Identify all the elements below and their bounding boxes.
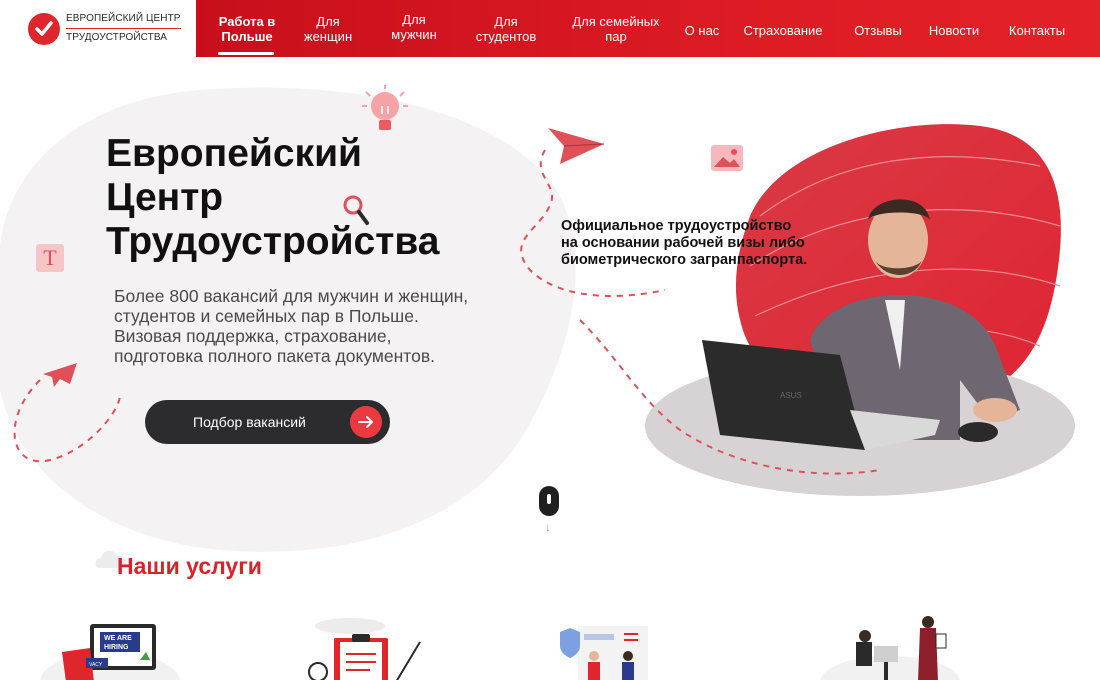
logo[interactable]: ЕВРОПЕЙСКИЙ ЦЕНТР ТРУДОУСТРОЙСТВА xyxy=(0,0,196,57)
nav-item-news[interactable]: Новости xyxy=(922,23,986,38)
hero-desc-line: Визовая поддержка, страхование, xyxy=(114,326,392,346)
service-insurance-illustration[interactable] xyxy=(548,612,698,680)
hero-title-line: Трудоустройства xyxy=(106,220,440,263)
nav-item-insurance[interactable]: Страхование xyxy=(736,23,830,38)
nav-item-students[interactable]: Для студентов xyxy=(468,14,544,44)
find-vacancies-label: Подбор вакансий xyxy=(193,414,306,430)
nav-item-about[interactable]: О нас xyxy=(680,23,724,38)
nav-item-work-in-poland[interactable]: Работа в Польше xyxy=(214,14,280,44)
services-title: Наши услуги xyxy=(117,553,262,579)
service-documents-illustration[interactable] xyxy=(300,612,450,680)
service-hiring-illustration[interactable]: WE ARE HIRING VACY xyxy=(40,612,190,680)
side-note-line: на основании рабочей визы либо xyxy=(561,235,805,251)
side-note-line: биометрического загранпаспорта. xyxy=(561,252,808,268)
hero-description: Более 800 вакансий для мужчин и женщин, … xyxy=(114,286,534,366)
nav-item-couples[interactable]: Для семейных пар xyxy=(560,14,672,44)
hero-title-line: Европейский xyxy=(106,132,363,175)
hero-desc-line: студентов и семейных пар в Польше. xyxy=(114,306,419,326)
logo-text-line2: ТРУДОУСТРОЙСТВА xyxy=(66,32,168,43)
side-note-line: Официальное трудоустройство xyxy=(561,218,792,234)
nav-active-underline xyxy=(218,52,274,55)
paper-plane-icon xyxy=(548,128,605,164)
nav-item-contacts[interactable]: Контакты xyxy=(1000,23,1074,38)
nav-item-reviews[interactable]: Отзывы xyxy=(846,23,910,38)
hiring-sign-text: WE ARE xyxy=(104,635,132,642)
check-icon xyxy=(28,12,60,45)
hero-title-line: Центр xyxy=(106,176,224,219)
hero-side-note: Официальное трудоустройство на основании… xyxy=(561,218,861,269)
hiring-sign-text: HIRING xyxy=(104,644,129,651)
service-interview-illustration[interactable] xyxy=(820,612,970,680)
hero-title: Европейский Центр Трудоустройства xyxy=(106,132,526,264)
image-icon xyxy=(711,145,743,171)
arrow-right-icon xyxy=(350,406,382,438)
hero-desc-line: подготовка полного пакета документов. xyxy=(114,346,436,366)
hero-desc-line: Более 800 вакансий для мужчин и женщин, xyxy=(114,286,469,306)
text-t-icon: T xyxy=(36,244,64,272)
scroll-down-arrow-icon: ↓ xyxy=(545,520,551,534)
logo-text-line1: ЕВРОПЕЙСКИЙ ЦЕНТР xyxy=(66,13,181,29)
vacancy-tag: VACY xyxy=(89,662,103,668)
find-vacancies-button[interactable]: Подбор вакансий xyxy=(145,400,390,444)
lightbulb-icon xyxy=(362,85,408,130)
paper-plane-small-icon xyxy=(43,363,77,387)
scroll-mouse-icon[interactable] xyxy=(539,486,559,516)
svg-text:ASUS: ASUS xyxy=(780,391,802,400)
nav-item-men[interactable]: Для мужчин xyxy=(382,12,446,42)
nav-item-women[interactable]: Для женщин xyxy=(296,14,360,44)
